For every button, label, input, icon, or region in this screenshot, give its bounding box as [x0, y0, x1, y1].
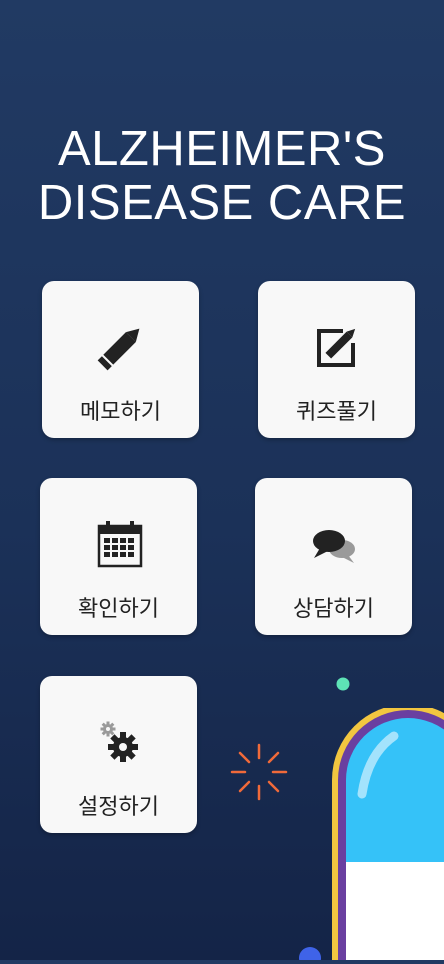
chat-bubbles-icon [304, 514, 364, 574]
check-label: 확인하기 [78, 597, 159, 622]
gears-icon [89, 712, 149, 772]
app-title-line-2: DISEASE CARE [37, 176, 407, 230]
check-button[interactable]: 확인하기 [40, 478, 197, 635]
settings-label: 설정하기 [78, 795, 159, 820]
pill-capsule-decoration [328, 704, 444, 964]
pencil-icon [91, 317, 151, 377]
blue-dot-decoration [296, 938, 324, 964]
settings-button[interactable]: 설정하기 [40, 676, 197, 833]
app-title: ALZHEIMER'S DISEASE CARE [0, 122, 444, 230]
sparkle-decoration [228, 741, 290, 807]
mint-dot-decoration [336, 676, 350, 695]
consult-label: 상담하기 [293, 597, 374, 622]
memo-label: 메모하기 [80, 400, 161, 425]
quiz-label: 퀴즈풀기 [296, 400, 377, 425]
calendar-icon [89, 514, 149, 574]
memo-button[interactable]: 메모하기 [42, 281, 199, 438]
consult-button[interactable]: 상담하기 [255, 478, 412, 635]
app-title-line-1: ALZHEIMER'S [58, 122, 386, 176]
quiz-button[interactable]: 퀴즈풀기 [258, 281, 415, 438]
edit-box-icon [307, 317, 367, 377]
